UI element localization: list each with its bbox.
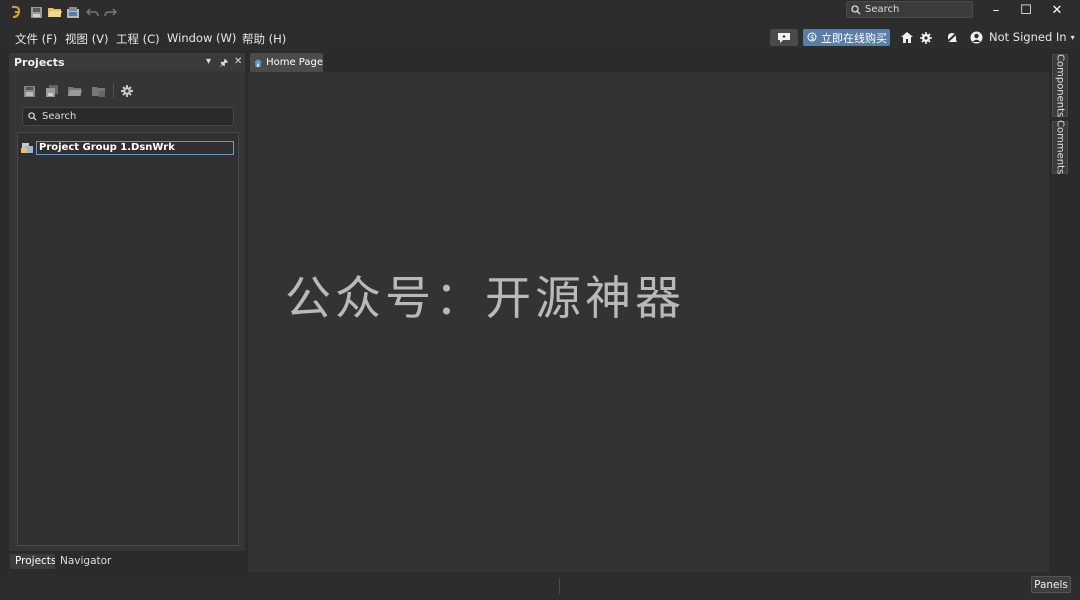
cart-icon: $ [807,32,817,42]
close-panel-icon[interactable]: ✕ [234,56,242,67]
save-all-icon[interactable] [28,4,44,20]
notifications-off-icon [944,31,958,44]
menu-window[interactable]: Window (W) [167,31,236,45]
home-icon [901,32,913,43]
notifications-button[interactable] [942,29,960,46]
menu-view[interactable]: 视图 (V) [65,31,109,47]
project-group-icon [21,143,33,153]
chevron-down-icon: ▾ [1070,32,1075,42]
user-status-label: Not Signed In [989,30,1067,44]
settings-button[interactable] [918,29,934,46]
status-divider [559,578,560,594]
projects-panel-header: Projects ▾ 🖈 ✕ [9,53,245,71]
tab-comments[interactable]: Comments [1052,120,1068,175]
undo-icon[interactable] [84,4,100,20]
app-logo-icon[interactable] [8,4,24,20]
maximize-button[interactable]: ☐ [1011,0,1041,20]
buy-online-label: 立即在线购买 [821,31,887,45]
menu-help[interactable]: 帮助 (H) [242,31,286,47]
search-icon [851,4,861,14]
user-account-menu[interactable]: Not Signed In ▾ [970,30,1075,44]
menu-project[interactable]: 工程 (C) [116,31,160,47]
toolbar-divider [113,84,114,98]
save-all-icon[interactable] [44,83,60,99]
tab-comments-label: Comments [1054,120,1066,175]
home-button[interactable] [899,29,915,46]
global-search-placeholder: Search [865,4,900,15]
user-icon [970,31,983,43]
tab-home-page[interactable]: Home Page [250,53,323,72]
buy-online-button[interactable]: $ 立即在线购买 [803,29,890,46]
pin-icon[interactable]: 🖈 [219,56,228,73]
tab-projects[interactable]: Projects [10,554,62,569]
projects-search-input[interactable]: Search [22,107,234,126]
panels-button[interactable]: Panels [1031,576,1071,593]
tab-components[interactable]: Components [1052,54,1068,117]
tab-home-page-label: Home Page [266,57,323,68]
save-icon[interactable] [21,83,37,99]
gear-icon [920,31,932,44]
tree-item[interactable]: Project Group 1.DsnWrk [21,141,234,155]
project-tree: Project Group 1.DsnWrk [17,132,239,546]
redo-icon[interactable] [102,4,118,20]
menu-file[interactable]: 文件 (F) [15,31,57,47]
projects-panel-title: Projects [14,56,65,69]
close-button[interactable]: ✕ [1042,0,1072,20]
projects-search-placeholder: Search [42,111,77,122]
search-icon [28,112,37,121]
tab-components-label: Components [1054,53,1066,118]
status-bar: Panels [0,574,1080,600]
tab-navigator[interactable]: Navigator [55,554,117,569]
title-bar: Search – ☐ ✕ [0,0,1080,24]
open-icon[interactable] [67,83,83,99]
menu-bar: 文件 (F) 视图 (V) 工程 (C) Window (W) 帮助 (H) $… [0,26,1080,50]
minimize-button[interactable]: – [981,0,1011,20]
projects-panel: Projects ▾ 🖈 ✕ Search Project Group 1.Ds… [8,52,246,552]
svg-text:$: $ [810,34,814,42]
close-project-icon[interactable] [91,83,107,99]
settings-icon[interactable] [119,83,135,99]
feedback-icon [778,32,790,43]
global-search-input[interactable]: Search [846,1,973,18]
open-folder-icon[interactable] [47,4,63,20]
panel-menu-dropdown[interactable]: ▾ [206,56,211,67]
watermark-text: 公众号：开源神器 [285,271,685,325]
tree-item-label: Project Group 1.DsnWrk [36,141,234,155]
home-icon [254,58,263,67]
open-project-icon[interactable] [65,4,81,20]
feedback-button[interactable] [770,29,798,46]
